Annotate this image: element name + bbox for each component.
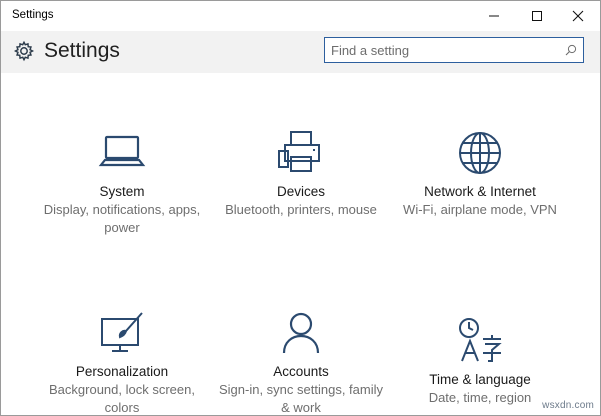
close-button[interactable] (558, 1, 598, 31)
globe-icon (459, 132, 501, 174)
maximize-button[interactable] (517, 1, 557, 31)
tile-devices[interactable]: Devices Bluetooth, printers, mouse (216, 129, 386, 219)
tile-accounts[interactable]: Accounts Sign-in, sync settings, family … (216, 309, 386, 415)
settings-grid: System Display, notifications, apps, pow… (1, 73, 600, 415)
tile-system-desc: Display, notifications, apps, power (43, 202, 201, 235)
title-bar[interactable]: Settings (1, 1, 600, 31)
settings-header: Settings (1, 31, 600, 73)
tile-personalization-desc: Background, lock screen, colors (49, 382, 195, 415)
search-box[interactable] (324, 37, 584, 63)
close-icon (572, 10, 584, 22)
tile-network-desc: Wi-Fi, airplane mode, VPN (403, 202, 557, 217)
tile-time-language-name: Time & language (429, 372, 531, 387)
minimize-icon (489, 15, 499, 17)
time-language-icon (459, 318, 502, 362)
search-input[interactable] (331, 41, 553, 59)
tile-personalization-name: Personalization (75, 364, 169, 379)
tile-time-language[interactable]: Time & language Date, time, region (395, 317, 565, 407)
devices-icon (278, 131, 320, 172)
minimize-button[interactable] (474, 1, 514, 31)
tile-devices-name: Devices (276, 184, 325, 199)
search-icon[interactable] (565, 44, 577, 56)
tile-system-name: System (99, 184, 145, 199)
tile-time-language-desc: Date, time, region (428, 390, 532, 405)
tile-personalization[interactable]: Personalization Background, lock screen,… (37, 309, 207, 415)
laptop-icon (98, 135, 146, 167)
settings-window: Settings Settings Find a setting System … (0, 0, 601, 416)
tile-network[interactable]: Network & Internet Wi-Fi, airplane mode,… (395, 129, 565, 219)
window-title: Settings (12, 9, 54, 21)
watermark: wsxdn.com (542, 400, 594, 411)
tile-accounts-name: Accounts (273, 364, 329, 379)
gear-icon (13, 40, 35, 62)
person-icon (282, 312, 320, 354)
tile-system[interactable]: System Display, notifications, apps, pow… (37, 129, 207, 237)
maximize-icon (532, 11, 542, 21)
tile-network-name: Network & Internet (424, 184, 536, 199)
page-title: Settings (44, 39, 120, 62)
tile-accounts-desc: Sign-in, sync settings, family & work (218, 382, 383, 415)
personalization-icon (101, 312, 143, 352)
tile-devices-desc: Bluetooth, printers, mouse (225, 202, 377, 217)
